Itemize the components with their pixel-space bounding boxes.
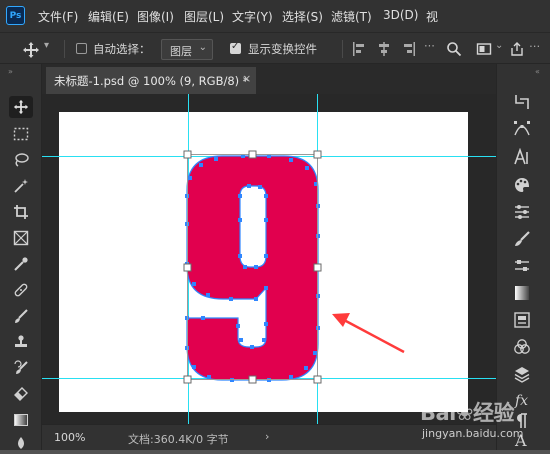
workspace-chevron-icon[interactable]: ⌄ (495, 40, 503, 51)
auto-select-target-value: 图层 (170, 45, 192, 58)
eyedropper-tool-icon[interactable] (9, 253, 33, 275)
show-transform-label: 显示变换控件 (248, 42, 317, 56)
menu-image[interactable]: 图像(I) (137, 8, 174, 25)
crop-tool-icon[interactable] (9, 201, 33, 223)
document-tab-bar: 未标题-1.psd @ 100% (9, RGB/8) * × (42, 64, 496, 94)
chevron-down-icon: ⌄ (198, 42, 207, 53)
menu-view[interactable]: 视 (426, 8, 438, 25)
photoshop-logo-icon[interactable]: Ps (6, 6, 25, 25)
channels-panel-icon[interactable] (511, 336, 533, 358)
options-separator (64, 40, 65, 58)
gradient-tool-icon[interactable] (9, 409, 33, 431)
status-menu-arrow-icon[interactable]: › (265, 430, 269, 443)
history-brush-tool-icon[interactable] (9, 357, 33, 379)
blur-tool-icon[interactable] (9, 432, 33, 454)
align-right-edges-icon[interactable] (400, 41, 416, 57)
magic-wand-tool-icon[interactable] (9, 175, 33, 197)
close-tab-icon[interactable]: × (242, 72, 251, 85)
collapse-dock-icon[interactable]: « (535, 67, 540, 76)
frame-tool-icon[interactable] (9, 227, 33, 249)
marquee-tool-icon[interactable] (9, 123, 33, 145)
canvas-area[interactable] (42, 94, 496, 424)
menu-layer[interactable]: 图层(L) (184, 8, 224, 25)
layers-panel-icon[interactable] (511, 363, 533, 385)
character-panel-icon[interactable] (511, 146, 533, 168)
menu-edit[interactable]: 编辑(E) (88, 8, 129, 25)
libraries-panel-icon[interactable] (511, 309, 533, 331)
move-tool-preset-icon[interactable] (22, 41, 39, 58)
lasso-tool-icon[interactable] (9, 149, 33, 171)
options-bar: ▾ 自动选择： 图层 ⌄ 显示变换控件 ··· ⌄ ⋯ (0, 32, 550, 64)
collapse-panel-icon[interactable]: » (8, 67, 13, 76)
zoom-level[interactable]: 100% (54, 431, 85, 444)
share-icon[interactable] (509, 41, 525, 57)
auto-select-checkbox[interactable] (76, 43, 87, 54)
menu-filter[interactable]: 滤镜(T) (331, 8, 372, 25)
adjustments-panel-icon[interactable] (511, 201, 533, 223)
panel-menu-icon[interactable]: ⋯ (529, 39, 541, 53)
baidu-jingyan-watermark: Bai❀经验 jingyan.baidu.com (420, 393, 550, 448)
tools-panel: » (0, 64, 42, 450)
menu-file[interactable]: 文件(F) (38, 8, 78, 25)
align-left-edges-icon[interactable] (352, 41, 368, 57)
more-options-icon[interactable]: ··· (424, 39, 435, 53)
search-icon[interactable] (446, 41, 462, 57)
menu-type[interactable]: 文字(Y) (232, 8, 273, 25)
auto-select-label: 自动选择： (93, 42, 151, 56)
gradients-panel-icon[interactable] (511, 282, 533, 304)
properties-panel-icon[interactable] (511, 255, 533, 277)
preset-dropdown-chevron-icon[interactable]: ▾ (44, 40, 49, 51)
move-tool-icon[interactable] (9, 96, 33, 118)
watermark-url: jingyan.baidu.com (422, 427, 524, 440)
swatches-panel-icon[interactable] (511, 174, 533, 196)
canvas-overlay (42, 94, 496, 424)
auto-select-target-dropdown[interactable]: 图层 ⌄ (161, 39, 213, 60)
history-panel-icon[interactable] (511, 91, 533, 113)
brushes-panel-icon[interactable] (511, 228, 533, 250)
options-separator (342, 40, 343, 58)
clone-stamp-tool-icon[interactable] (9, 331, 33, 353)
show-transform-checkbox[interactable] (230, 41, 241, 54)
eraser-tool-icon[interactable] (9, 383, 33, 405)
menu-bar: Ps 文件(F) 编辑(E) 图像(I) 图层(L) 文字(Y) 选择(S) 滤… (0, 0, 550, 32)
menu-select[interactable]: 选择(S) (282, 8, 323, 25)
align-horizontal-centers-icon[interactable] (376, 41, 392, 57)
workspace-icon[interactable] (476, 41, 492, 57)
document-size-info[interactable]: 文档:360.4K/0 字节 (128, 431, 229, 447)
menu-3d[interactable]: 3D(D) (383, 8, 418, 22)
watermark-brand: Bai❀经验 (420, 401, 514, 425)
annotation-arrow (332, 313, 405, 354)
healing-brush-tool-icon[interactable] (9, 279, 33, 301)
document-tab[interactable]: 未标题-1.psd @ 100% (9, RGB/8) * × (46, 67, 256, 94)
paths-panel-icon[interactable] (511, 118, 533, 140)
brush-tool-icon[interactable] (9, 305, 33, 327)
document-tab-title: 未标题-1.psd @ 100% (9, RGB/8) * (54, 74, 249, 88)
